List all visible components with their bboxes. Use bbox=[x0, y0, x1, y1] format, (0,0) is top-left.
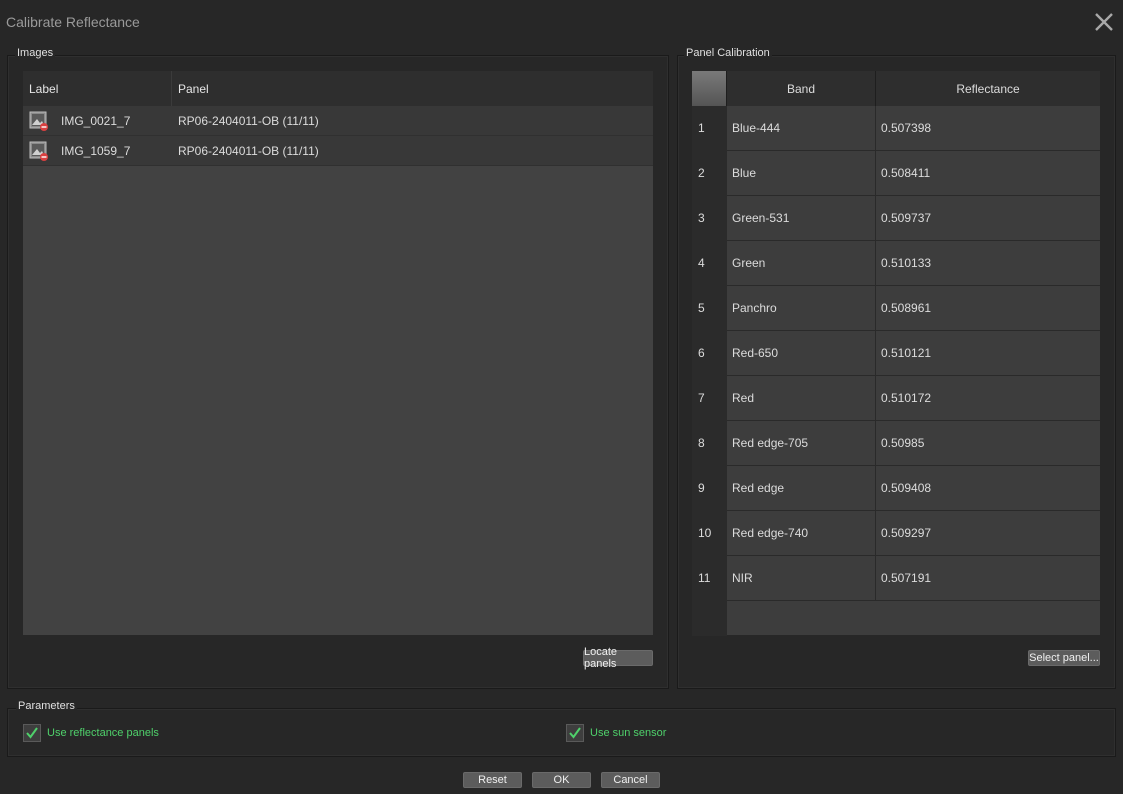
row-number[interactable]: 5 bbox=[692, 286, 727, 331]
cancel-button[interactable]: Cancel bbox=[601, 772, 660, 788]
table-row[interactable]: 4 Green 0.510133 bbox=[692, 241, 1100, 286]
reflectance-cell[interactable]: 0.507398 bbox=[876, 106, 1100, 151]
table-row[interactable]: 5 Panchro 0.508961 bbox=[692, 286, 1100, 331]
table-row[interactable]: 8 Red edge-705 0.50985 bbox=[692, 421, 1100, 466]
table-row[interactable]: 2 Blue 0.508411 bbox=[692, 151, 1100, 196]
ok-button[interactable]: OK bbox=[532, 772, 591, 788]
table-row[interactable]: 6 Red-650 0.510121 bbox=[692, 331, 1100, 376]
band-cell[interactable]: Blue bbox=[727, 151, 876, 196]
use-reflectance-panels-label: Use reflectance panels bbox=[47, 727, 159, 739]
column-header-label[interactable]: Label bbox=[23, 71, 172, 106]
band-cell[interactable]: Green-531 bbox=[727, 196, 876, 241]
band-cell[interactable]: Red-650 bbox=[727, 331, 876, 376]
band-cell[interactable]: Red edge-705 bbox=[727, 421, 876, 466]
use-reflectance-panels-checkbox[interactable]: Use reflectance panels bbox=[23, 724, 159, 742]
panel-calibration-group-title: Panel Calibration bbox=[684, 47, 772, 59]
row-number[interactable]: 1 bbox=[692, 106, 727, 151]
band-cell[interactable]: NIR bbox=[727, 556, 876, 601]
reset-button[interactable]: Reset bbox=[463, 772, 522, 788]
window-title: Calibrate Reflectance bbox=[6, 14, 140, 30]
table-row[interactable]: 3 Green-531 0.509737 bbox=[692, 196, 1100, 241]
reflectance-cell[interactable]: 0.50985 bbox=[876, 421, 1100, 466]
reflectance-cell[interactable]: 0.508961 bbox=[876, 286, 1100, 331]
use-sun-sensor-label: Use sun sensor bbox=[590, 727, 667, 739]
row-number[interactable]: 6 bbox=[692, 331, 727, 376]
reflectance-cell[interactable]: 0.509408 bbox=[876, 466, 1100, 511]
reflectance-cell[interactable]: 0.509737 bbox=[876, 196, 1100, 241]
row-number[interactable]: 4 bbox=[692, 241, 727, 286]
select-panel-button[interactable]: Select panel... bbox=[1028, 650, 1100, 666]
use-sun-sensor-checkbox[interactable]: Use sun sensor bbox=[566, 724, 666, 742]
row-number[interactable]: 11 bbox=[692, 556, 727, 601]
image-panel: RP06-2404011-OB (11/11) bbox=[178, 143, 319, 158]
row-number[interactable]: 9 bbox=[692, 466, 727, 511]
table-row[interactable]: 7 Red 0.510172 bbox=[692, 376, 1100, 421]
panel-calibration-table[interactable]: Band Reflectance 1 Blue-444 0.507398 2 Blue 0… bbox=[692, 71, 1100, 636]
image-warning-icon bbox=[29, 141, 49, 161]
table-row[interactable]: 10 Red edge-740 0.509297 bbox=[692, 511, 1100, 556]
image-label: IMG_0021_7 bbox=[61, 113, 131, 128]
images-table-header: Label Panel bbox=[23, 71, 653, 106]
row-number[interactable]: 7 bbox=[692, 376, 727, 421]
close-icon[interactable] bbox=[1093, 11, 1115, 33]
image-panel: RP06-2404011-OB (11/11) bbox=[178, 113, 319, 128]
table-filler bbox=[692, 601, 1100, 636]
band-cell[interactable]: Red bbox=[727, 376, 876, 421]
checkmark-icon bbox=[23, 724, 41, 742]
column-header-reflectance[interactable]: Reflectance bbox=[876, 71, 1100, 106]
band-cell[interactable]: Blue-444 bbox=[727, 106, 876, 151]
band-cell[interactable]: Panchro bbox=[727, 286, 876, 331]
locate-panels-button[interactable]: Locate panels bbox=[583, 646, 653, 670]
image-label: IMG_1059_7 bbox=[61, 143, 131, 158]
reflectance-cell[interactable]: 0.510121 bbox=[876, 331, 1100, 376]
row-number[interactable]: 3 bbox=[692, 196, 727, 241]
column-header-panel[interactable]: Panel bbox=[172, 71, 653, 106]
table-row[interactable]: IMG_0021_7 RP06-2404011-OB (11/11) bbox=[23, 106, 653, 136]
calibration-table-header: Band Reflectance bbox=[692, 71, 1100, 106]
images-group-title: Images bbox=[15, 47, 56, 59]
reflectance-cell[interactable]: 0.509297 bbox=[876, 511, 1100, 556]
reflectance-cell[interactable]: 0.508411 bbox=[876, 151, 1100, 196]
reflectance-cell[interactable]: 0.510172 bbox=[876, 376, 1100, 421]
row-number[interactable]: 2 bbox=[692, 151, 727, 196]
table-row[interactable]: 11 NIR 0.507191 bbox=[692, 556, 1100, 601]
reflectance-cell[interactable]: 0.507191 bbox=[876, 556, 1100, 601]
row-number[interactable]: 8 bbox=[692, 421, 727, 466]
parameters-group bbox=[7, 708, 1116, 757]
parameters-group-title: Parameters bbox=[16, 700, 77, 712]
table-row[interactable]: 9 Red edge 0.509408 bbox=[692, 466, 1100, 511]
band-cell[interactable]: Red edge bbox=[727, 466, 876, 511]
images-table[interactable]: Label Panel IMG_0021_7 RP06-2404011-OB (… bbox=[23, 71, 653, 635]
column-header-band[interactable]: Band bbox=[727, 71, 876, 106]
band-cell[interactable]: Green bbox=[727, 241, 876, 286]
checkmark-icon bbox=[566, 724, 584, 742]
reflectance-cell[interactable]: 0.510133 bbox=[876, 241, 1100, 286]
image-warning-icon bbox=[29, 111, 49, 131]
table-row[interactable]: 1 Blue-444 0.507398 bbox=[692, 106, 1100, 151]
row-number[interactable]: 10 bbox=[692, 511, 727, 556]
table-row[interactable]: IMG_1059_7 RP06-2404011-OB (11/11) bbox=[23, 136, 653, 166]
select-all-corner[interactable] bbox=[692, 71, 727, 106]
band-cell[interactable]: Red edge-740 bbox=[727, 511, 876, 556]
